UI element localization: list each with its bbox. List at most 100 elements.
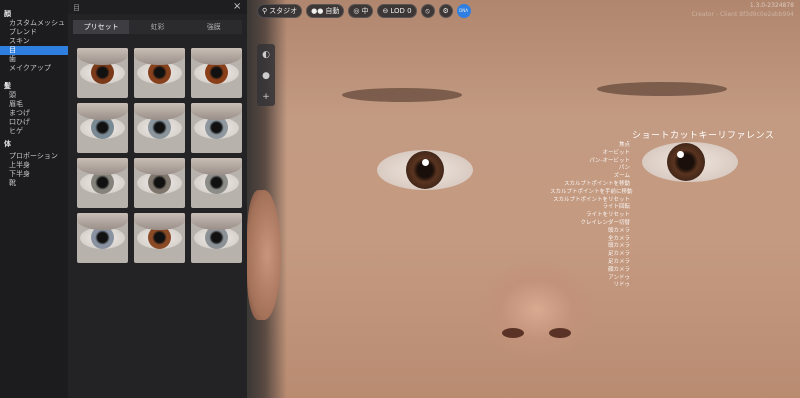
head-right-eye — [642, 142, 738, 182]
shortcut-action: 頭カメラ — [607, 243, 630, 250]
preset-pupil — [98, 123, 107, 132]
preset-pupil — [155, 233, 164, 242]
shortcut-action: 頭カメラ — [607, 227, 630, 234]
shortcut-action: アンドゥ — [608, 274, 630, 281]
medium-button[interactable]: ◎ 中 — [348, 4, 374, 18]
sidebar-item[interactable]: 頭 — [9, 91, 68, 100]
preset-eyelid — [77, 158, 128, 175]
sidebar-item[interactable]: メイクアップ — [9, 64, 68, 73]
head-left-iris — [406, 151, 444, 189]
eye-preset-thumbnail[interactable] — [191, 213, 242, 263]
sidebar-item[interactable]: 口ひげ — [9, 118, 68, 127]
close-icon[interactable]: × — [233, 1, 241, 12]
shortcut-action: ズーム — [613, 173, 630, 180]
category-sidebar: 顔カスタムメッシュ ブレンド スキン目歯メイクアップ髪頭眉毛 まつげ 口ひげ ヒゲ体プロポ… — [0, 0, 68, 398]
head-right-brow — [597, 82, 727, 96]
preset-eyelid — [191, 158, 242, 175]
sidebar-item[interactable]: 下半身 — [9, 170, 68, 179]
panel-header-label: 目 — [73, 4, 80, 12]
sidebar-item[interactable]: カスタムメッシュ — [9, 19, 68, 28]
shortcut-action: ライト回転 — [602, 204, 630, 211]
shortcut-action: リドゥ — [613, 282, 630, 289]
lod-button[interactable]: ⊖ LOD 0 — [377, 4, 417, 18]
wireframe-icon[interactable]: ⦸ — [420, 4, 435, 18]
head-right-iris — [667, 143, 705, 181]
medium-icon: ◎ — [353, 7, 360, 15]
auto-label: 自動 — [325, 7, 340, 15]
preset-eyelid — [191, 48, 242, 65]
sidebar-item[interactable]: ブレンド — [9, 28, 68, 37]
sidebar-item[interactable]: 目 — [0, 46, 68, 55]
shortcut-action: パン-オービット — [589, 157, 630, 164]
eye-preset-thumbnail[interactable] — [77, 103, 128, 153]
tab-sclera[interactable]: 強膜 — [186, 20, 242, 34]
shortcut-action: スカルプトポイントをリセット — [552, 196, 630, 203]
preset-eyelid — [134, 48, 185, 65]
auto-button[interactable]: ●● 自動 — [306, 4, 345, 18]
preset-pupil — [212, 178, 221, 187]
shortcut-action: 足カメラ — [607, 259, 630, 265]
sidebar-group-heading[interactable]: 体 — [4, 140, 11, 149]
eye-preset-thumbnail[interactable] — [134, 48, 185, 98]
shortcut-action: クレイレンダー切替 — [580, 220, 630, 226]
light-icon[interactable]: ◐ — [257, 46, 275, 64]
sidebar-item[interactable]: まつげ — [9, 109, 68, 118]
head-left-nostril — [502, 328, 524, 338]
tab-presets[interactable]: プリセット — [73, 20, 130, 34]
preset-eyelid — [77, 103, 128, 120]
shortcut-action: オービット — [602, 149, 630, 156]
head-left-brow — [342, 88, 462, 102]
sidebar-item[interactable]: 眉毛 — [9, 100, 68, 109]
preset-pupil — [98, 68, 107, 77]
shortcut-action: パン — [618, 165, 630, 172]
auto-icon: ●● — [311, 7, 324, 15]
eye-preset-thumbnail[interactable] — [134, 103, 185, 153]
sidebar-item[interactable]: スキン — [9, 37, 68, 46]
shortcut-action: 顔カメラ — [607, 266, 630, 273]
shortcut-action: 全カメラ — [607, 235, 630, 242]
preset-pupil — [98, 233, 107, 242]
plus-icon[interactable]: + — [257, 88, 275, 106]
eye-preset-thumbnail[interactable] — [191, 103, 242, 153]
sidebar-item[interactable]: 歯 — [9, 55, 68, 64]
eye-preset-thumbnail[interactable] — [191, 48, 242, 98]
version-label: 1.3.0-2324878 — [749, 2, 794, 9]
tab-iris[interactable]: 虹彩 — [129, 20, 185, 34]
sidebar-group-heading[interactable]: 髪 — [4, 82, 11, 91]
head-left-eye-glint — [422, 159, 429, 166]
sidebar-item[interactable]: 靴 — [9, 179, 68, 188]
eye-preset-thumbnail[interactable] — [77, 158, 128, 208]
eye-preset-thumbnail[interactable] — [134, 158, 185, 208]
dna-icon[interactable]: DNA — [456, 4, 471, 18]
sidebar-item[interactable]: 上半身 — [9, 161, 68, 170]
preset-eyelid — [77, 213, 128, 230]
medium-label: 中 — [361, 7, 369, 15]
lod-label: LOD 0 — [390, 7, 412, 15]
sidebar-group-heading[interactable]: 顔 — [4, 10, 11, 19]
sidebar-item[interactable]: ヒゲ — [9, 127, 68, 136]
preset-eyelid — [191, 213, 242, 230]
shortcut-action: スカルプトポイントを移動 — [563, 181, 630, 187]
studio-label: スタジオ — [269, 7, 298, 15]
sidebar-item[interactable]: プロポーション — [9, 152, 68, 161]
dot-icon[interactable]: ● — [257, 67, 275, 85]
preset-pupil — [155, 123, 164, 132]
lod-icon: ⊖ — [382, 7, 389, 15]
settings-icon[interactable]: ⚙ — [438, 4, 453, 18]
studio-button[interactable]: ⚲ スタジオ — [257, 4, 303, 18]
studio-icon: ⚲ — [262, 7, 268, 15]
panel-tabs: プリセット 虹彩 強膜 — [73, 20, 242, 34]
eye-preset-thumbnail[interactable] — [134, 213, 185, 263]
viewport[interactable]: ⚲ スタジオ ●● 自動 ◎ 中 ⊖ LOD 0 ⦸ ⚙ DNA 1.3.0-2324878 Cre… — [247, 0, 800, 398]
head-ear — [247, 190, 281, 320]
eye-preset-thumbnail[interactable] — [77, 48, 128, 98]
shortcut-action: スカルプトポイントを手前に移動 — [550, 188, 633, 195]
preset-eyelid — [134, 103, 185, 120]
preset-eyelid — [191, 103, 242, 120]
preset-eyelid — [134, 213, 185, 230]
shortcut-title: ショートカットキーリファレンス — [632, 131, 775, 141]
preset-pupil — [155, 178, 164, 187]
head-left-eye — [377, 150, 473, 190]
eye-preset-thumbnail[interactable] — [191, 158, 242, 208]
eye-preset-thumbnail[interactable] — [77, 213, 128, 263]
